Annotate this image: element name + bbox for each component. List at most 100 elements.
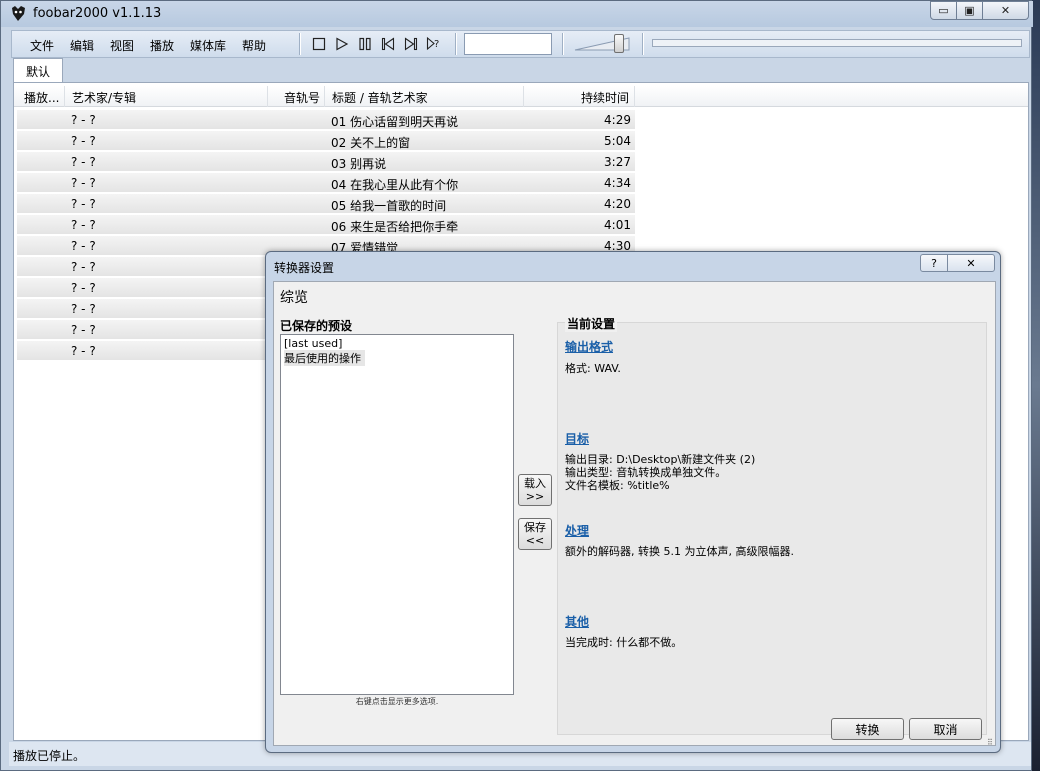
foobar-app-icon (12, 6, 25, 21)
maximize-icon: ▣ (964, 4, 975, 17)
help-button[interactable]: ? (920, 254, 948, 272)
next-button[interactable] (403, 36, 419, 52)
tab-strip: 默认 (11, 58, 1030, 83)
toolbar: 文件 编辑 视图 播放 媒体库 帮助 ? (11, 30, 1030, 58)
menu-edit[interactable]: 编辑 (70, 37, 94, 54)
stop-button[interactable] (311, 36, 327, 52)
cell-duration: 4:20 (604, 197, 631, 211)
destination-text: 输出目录: D:\Desktop\新建文件夹 (2) 输出类型: 音轨转换成单独… (565, 453, 756, 492)
play-icon (336, 37, 349, 51)
cell-title: 04 在我心里从此有个你 (331, 178, 459, 192)
toolbar-separator (562, 33, 564, 55)
cell-artist-album: ? - ? (71, 302, 96, 316)
random-icon: ? (426, 36, 439, 51)
cell-title: 03 别再说 (331, 157, 387, 171)
title-bar: foobar2000 v1.1.13 ▭ ▣ ✕ (1, 1, 1033, 27)
destination-link[interactable]: 目标 (565, 430, 589, 447)
cell-duration: 5:04 (604, 134, 631, 148)
pause-button[interactable] (357, 36, 373, 52)
cell-artist-album: ? - ? (71, 323, 96, 337)
other-link[interactable]: 其他 (565, 613, 589, 630)
close-icon: ✕ (1000, 4, 1011, 17)
next-icon (404, 37, 418, 51)
cell-duration: 4:29 (604, 113, 631, 127)
play-button[interactable] (334, 36, 350, 52)
cell-artist-album: ? - ? (71, 113, 96, 127)
cell-duration: 4:01 (604, 218, 631, 232)
cell-artist-album: ? - ? (71, 134, 96, 148)
saved-presets-label: 已保存的预设 (280, 319, 353, 333)
volume-slider-handle[interactable] (614, 34, 624, 53)
column-artist-album[interactable]: 艺术家/专辑 (66, 86, 268, 107)
table-row[interactable]: ? - ? 06 来生是否给把你手牵 4:01 (17, 215, 635, 235)
menu-playback[interactable]: 播放 (150, 37, 174, 54)
load-arrow-icon: >> (525, 490, 545, 503)
window-title: foobar2000 v1.1.13 (33, 6, 162, 21)
other-text: 当完成时: 什么都不做。 (565, 636, 683, 649)
cell-duration: 4:34 (604, 176, 631, 190)
save-arrow-icon: << (525, 534, 545, 547)
close-button[interactable]: ✕ (982, 1, 1029, 20)
menu-help[interactable]: 帮助 (242, 37, 266, 54)
column-title[interactable]: 标题 / 音轨艺术家 (326, 86, 524, 107)
minimize-icon: ▭ (938, 4, 949, 17)
minimize-button[interactable]: ▭ (930, 1, 957, 20)
pause-icon (359, 37, 371, 51)
cell-title: 05 给我一首歌的时间 (331, 199, 447, 213)
menu-library[interactable]: 媒体库 (190, 37, 226, 54)
load-preset-button[interactable]: 载入 >> (518, 474, 552, 506)
table-row[interactable]: ? - ? 02 关不上的窗 5:04 (17, 131, 635, 151)
status-text: 播放已停止。 (13, 749, 86, 763)
column-playing[interactable]: 播放... (14, 86, 65, 107)
dialog-title: 转换器设置 (274, 261, 335, 275)
toolbar-separator (642, 33, 644, 55)
current-settings-panel: 输出格式 格式: WAV. 目标 输出目录: D:\Desktop\新建文件夹 … (557, 322, 987, 735)
resize-grip-icon[interactable]: ⠿ (987, 738, 993, 747)
preset-hint: 右键点击显示更多选项. (355, 697, 439, 706)
seek-bar[interactable] (652, 39, 1022, 47)
preset-last-used[interactable]: [last used] (284, 337, 342, 350)
dialog-body: 综览 已保存的预设 [last used] 最后使用的操作 右键点击显示更多选项… (273, 281, 996, 747)
column-track-no[interactable]: 音轨号 (269, 86, 325, 107)
save-label: 保存 (524, 521, 546, 534)
search-input[interactable] (464, 33, 552, 55)
cell-artist-album: ? - ? (71, 260, 96, 274)
processing-link[interactable]: 处理 (565, 522, 589, 539)
convert-button[interactable]: 转换 (831, 718, 904, 740)
column-duration[interactable]: 持续时间 (525, 86, 635, 107)
preset-last-operation[interactable]: 最后使用的操作 (284, 350, 365, 366)
toolbar-separator (455, 33, 457, 55)
load-label: 载入 (524, 477, 546, 490)
menu-view[interactable]: 视图 (110, 37, 134, 54)
table-row[interactable]: ? - ? 01 伤心话留到明天再说 4:29 (17, 110, 635, 130)
dialog-close-button[interactable]: ✕ (947, 254, 995, 272)
output-format-link[interactable]: 输出格式 (565, 338, 613, 355)
cell-title: 01 伤心话留到明天再说 (331, 115, 459, 129)
help-icon: ? (931, 256, 937, 270)
toolbar-separator (299, 33, 301, 55)
table-row[interactable]: ? - ? 05 给我一首歌的时间 4:20 (17, 194, 635, 214)
previous-icon (381, 37, 395, 51)
playlist-header: 播放... 艺术家/专辑 音轨号 标题 / 音轨艺术家 持续时间 (14, 86, 1028, 107)
previous-button[interactable] (380, 36, 396, 52)
cell-artist-album: ? - ? (71, 239, 96, 253)
cell-artist-album: ? - ? (71, 218, 96, 232)
cell-artist-album: ? - ? (71, 176, 96, 190)
save-preset-button[interactable]: 保存 << (518, 518, 552, 550)
cell-title: 06 来生是否给把你手牵 (331, 220, 459, 234)
svg-text:?: ? (434, 39, 439, 50)
cancel-button[interactable]: 取消 (909, 718, 982, 740)
tab-default[interactable]: 默认 (13, 58, 63, 83)
table-row[interactable]: ? - ? 04 在我心里从此有个你 4:34 (17, 173, 635, 193)
preset-list[interactable]: [last used] 最后使用的操作 (280, 334, 514, 695)
cell-title: 02 关不上的窗 (331, 136, 411, 150)
stop-icon (312, 37, 326, 51)
cell-artist-album: ? - ? (71, 155, 96, 169)
cell-duration: 3:27 (604, 155, 631, 169)
table-row[interactable]: ? - ? 03 别再说 3:27 (17, 152, 635, 172)
cell-artist-album: ? - ? (71, 281, 96, 295)
maximize-button[interactable]: ▣ (956, 1, 983, 20)
menu-file[interactable]: 文件 (30, 37, 54, 54)
close-icon: ✕ (966, 256, 976, 270)
random-button[interactable]: ? (426, 36, 442, 52)
